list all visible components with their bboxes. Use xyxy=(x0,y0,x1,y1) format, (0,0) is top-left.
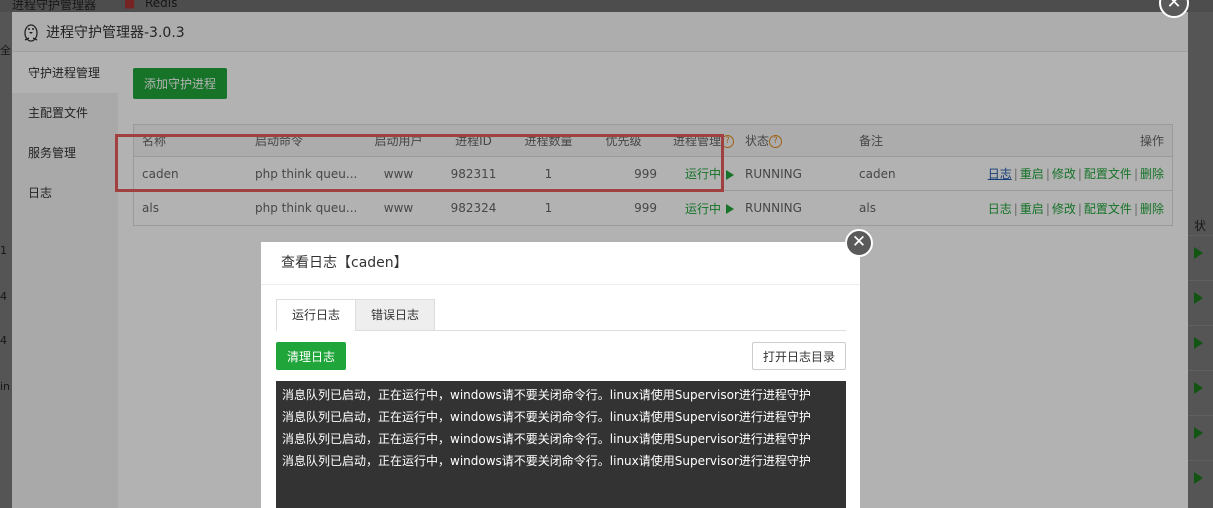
log-line: 消息队列已启动，正在运行中，windows请不要关闭命令行。linux请使用Su… xyxy=(282,454,811,468)
log-tabs: 运行日志 错误日志 xyxy=(276,299,846,331)
modal-close-icon[interactable]: ✕ xyxy=(845,229,873,257)
modal-title: 查看日志【caden】 xyxy=(261,242,860,285)
log-output[interactable]: 消息队列已启动，正在运行中，windows请不要关闭命令行。linux请使用Su… xyxy=(276,381,846,508)
log-line: 消息队列已启动，正在运行中，windows请不要关闭命令行。linux请使用Su… xyxy=(282,432,811,446)
clear-log-button[interactable]: 清理日志 xyxy=(276,342,346,370)
log-line: 消息队列已启动，正在运行中，windows请不要关闭命令行。linux请使用Su… xyxy=(282,410,811,424)
log-line: 消息队列已启动，正在运行中，windows请不要关闭命令行。linux请使用Su… xyxy=(282,388,811,402)
tab-run-log[interactable]: 运行日志 xyxy=(276,299,356,331)
tab-error-log[interactable]: 错误日志 xyxy=(355,299,435,331)
open-log-dir-button[interactable]: 打开日志目录 xyxy=(752,342,846,370)
log-modal: 查看日志【caden】 运行日志 错误日志 清理日志 打开日志目录 消息队列已启… xyxy=(261,242,860,508)
